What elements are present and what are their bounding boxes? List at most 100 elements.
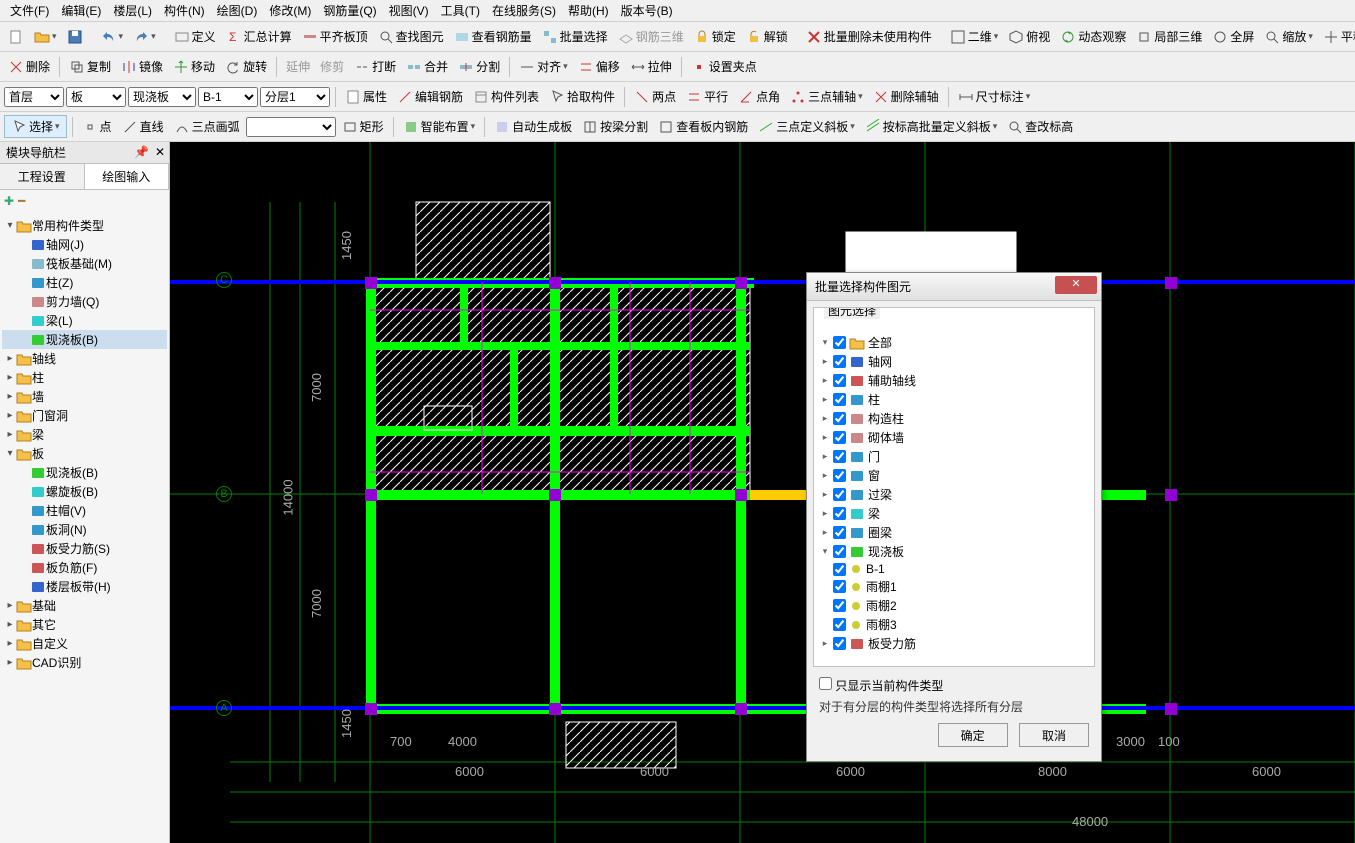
pan-button[interactable]: 平移	[1319, 26, 1355, 47]
calculate-button[interactable]: Σ汇总计算	[222, 26, 296, 47]
break-button[interactable]: 打断	[350, 56, 400, 77]
flat-top-button[interactable]: 平齐板顶	[298, 26, 372, 47]
tree-item[interactable]: ▸ CAD识别	[2, 653, 167, 672]
select-button[interactable]: 选择▾	[4, 115, 67, 138]
tree-item[interactable]: 梁(L)	[2, 311, 167, 330]
tree-item[interactable]: 楼层板带(H)	[2, 577, 167, 596]
dimension-button[interactable]: 尺寸标注▾	[954, 86, 1035, 107]
batch-slope-button[interactable]: 按标高批量定义斜板▾	[861, 116, 1002, 137]
tree-item[interactable]: 剪力墙(Q)	[2, 292, 167, 311]
tab-project-settings[interactable]: 工程设置	[0, 164, 85, 189]
dialog-tree-item[interactable]: ▸窗	[820, 466, 1088, 485]
layer-select[interactable]: 分层1	[260, 87, 330, 107]
dialog-tree-item[interactable]: ▸砌体墙	[820, 428, 1088, 447]
menu-help[interactable]: 帮助(H)	[562, 0, 615, 21]
component-list-button[interactable]: 构件列表	[469, 86, 543, 107]
ok-button[interactable]: 确定	[938, 723, 1008, 747]
category-select[interactable]: 板	[66, 87, 126, 107]
dialog-tree-item[interactable]: ▸辅助轴线	[820, 371, 1088, 390]
menu-view[interactable]: 视图(V)	[383, 0, 435, 21]
tree-item[interactable]: ▸ 自定义	[2, 634, 167, 653]
menu-component[interactable]: 构件(N)	[158, 0, 211, 21]
delete-button[interactable]: 删除	[4, 56, 54, 77]
dialog-tree-item[interactable]: 雨棚3	[820, 615, 1088, 634]
arc-mode-select[interactable]	[246, 117, 336, 137]
mirror-button[interactable]: 镜像	[117, 56, 167, 77]
align-button[interactable]: 对齐▾	[515, 56, 572, 77]
tree-item[interactable]: 柱帽(V)	[2, 501, 167, 520]
point-angle-button[interactable]: 点角	[734, 86, 784, 107]
local-3d-button[interactable]: 局部三维	[1132, 26, 1206, 47]
only-current-checkbox[interactable]: 只显示当前构件类型	[819, 677, 1089, 694]
dialog-tree-item[interactable]: ▸圈梁	[820, 523, 1088, 542]
tree-item[interactable]: ▸ 墙	[2, 387, 167, 406]
save-button[interactable]	[63, 27, 87, 47]
batch-select-button[interactable]: 批量选择	[538, 26, 612, 47]
tree-item[interactable]: ▸ 其它	[2, 615, 167, 634]
smart-layout-button[interactable]: 智能布置▾	[399, 116, 480, 137]
new-button[interactable]	[4, 27, 28, 47]
unlock-button[interactable]: 解锁	[742, 26, 792, 47]
tree-item[interactable]: 现浇板(B)	[2, 463, 167, 482]
remove-icon[interactable]: ━	[18, 194, 25, 208]
batch-delete-button[interactable]: 批量删除未使用构件	[802, 26, 936, 47]
open-button[interactable]: ▾	[30, 27, 61, 47]
dialog-tree-item[interactable]: ▸构造柱	[820, 409, 1088, 428]
split-by-beam-button[interactable]: 按梁分割	[578, 116, 652, 137]
drawing-canvas[interactable]: CBA1450700014000700014507004000600060006…	[170, 142, 1355, 843]
find-element-button[interactable]: 查找图元	[374, 26, 448, 47]
menu-draw[interactable]: 绘图(D)	[211, 0, 264, 21]
dialog-tree-item[interactable]: ▸门	[820, 447, 1088, 466]
component-select[interactable]: B-1	[198, 87, 258, 107]
dialog-tree-item[interactable]: 雨棚2	[820, 596, 1088, 615]
menu-online[interactable]: 在线服务(S)	[486, 0, 562, 21]
dialog-close-button[interactable]: ✕	[1055, 276, 1097, 294]
fullscreen-button[interactable]: 全屏	[1208, 26, 1258, 47]
dialog-tree-item[interactable]: ▾现浇板	[820, 542, 1088, 561]
tree-item[interactable]: ▸ 基础	[2, 596, 167, 615]
tree-item[interactable]: 板受力筋(S)	[2, 539, 167, 558]
view-rebar-button[interactable]: 查看钢筋量	[450, 26, 536, 47]
tree-item[interactable]: 轴网(J)	[2, 235, 167, 254]
tree-item[interactable]: ▸ 轴线	[2, 349, 167, 368]
menu-floor[interactable]: 楼层(L)	[107, 0, 158, 21]
dialog-title-bar[interactable]: 批量选择构件图元 ✕	[807, 273, 1101, 301]
tree-item[interactable]: ▾ 板	[2, 444, 167, 463]
copy-button[interactable]: 复制	[65, 56, 115, 77]
properties-button[interactable]: 属性	[341, 86, 391, 107]
view-slab-rebar-button[interactable]: 查看板内钢筋	[654, 116, 752, 137]
menu-tools[interactable]: 工具(T)	[435, 0, 486, 21]
tree-item[interactable]: 板洞(N)	[2, 520, 167, 539]
close-icon[interactable]: ✕	[155, 145, 165, 159]
dialog-tree-item[interactable]: B-1	[820, 561, 1088, 577]
dialog-tree-item[interactable]: ▸过梁	[820, 485, 1088, 504]
view-elevation-button[interactable]: 查改标高	[1003, 116, 1077, 137]
tree-item[interactable]: 柱(Z)	[2, 273, 167, 292]
dialog-tree-item[interactable]: ▸柱	[820, 390, 1088, 409]
line-button[interactable]: 直线	[118, 116, 168, 137]
menu-modify[interactable]: 修改(M)	[263, 0, 317, 21]
trim-button[interactable]: 修剪	[316, 56, 348, 77]
rebar-3d-button[interactable]: 钢筋三维	[614, 26, 688, 47]
define-button[interactable]: 定义	[170, 26, 220, 47]
two-point-button[interactable]: 两点	[630, 86, 680, 107]
rotate-button[interactable]: 旋转	[221, 56, 271, 77]
add-icon[interactable]: ✚	[4, 194, 14, 208]
dialog-tree-item[interactable]: 雨棚1	[820, 577, 1088, 596]
pin-icon[interactable]: 📌	[134, 145, 149, 159]
set-grip-button[interactable]: 设置夹点	[687, 56, 761, 77]
offset-button[interactable]: 偏移	[574, 56, 624, 77]
type-select[interactable]: 现浇板	[128, 87, 196, 107]
tree-item[interactable]: 螺旋板(B)	[2, 482, 167, 501]
dialog-tree-item[interactable]: ▸轴网	[820, 352, 1088, 371]
zoom-button[interactable]: 缩放▾	[1260, 26, 1317, 47]
dialog-tree-item[interactable]: ▸梁	[820, 504, 1088, 523]
rect-button[interactable]: 矩形	[338, 116, 388, 137]
stretch-button[interactable]: 拉伸	[626, 56, 676, 77]
dynamic-view-button[interactable]: 动态观察	[1056, 26, 1130, 47]
three-axis-button[interactable]: 三点辅轴▾	[786, 86, 867, 107]
tree-item[interactable]: 板负筋(F)	[2, 558, 167, 577]
point-button[interactable]: 点	[78, 116, 116, 137]
arc-button[interactable]: 三点画弧	[170, 116, 244, 137]
menu-edit[interactable]: 编辑(E)	[55, 0, 107, 21]
